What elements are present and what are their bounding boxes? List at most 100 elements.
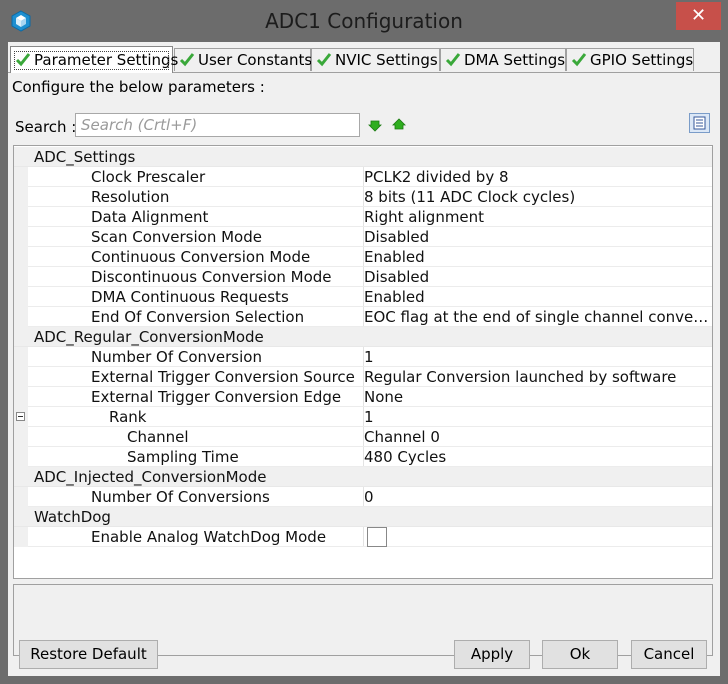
row-gutter (14, 227, 28, 247)
row-gutter (14, 207, 28, 227)
parameter-row[interactable]: Number Of Conversion 1 (14, 347, 712, 367)
tab-label: User Constants (198, 51, 313, 69)
parameter-value[interactable]: 0 (364, 487, 712, 507)
category-label: ADC_Settings (14, 147, 712, 167)
tab-label: DMA Settings (464, 51, 566, 69)
parameter-row[interactable]: Resolution 8 bits (11 ADC Clock cycles) (14, 187, 712, 207)
parameter-row[interactable]: DMA Continuous Requests Enabled (14, 287, 712, 307)
parameter-row[interactable]: Continuous Conversion Mode Enabled (14, 247, 712, 267)
parameter-value[interactable]: PCLK2 divided by 8 (364, 167, 712, 187)
search-next-icon[interactable] (368, 118, 382, 132)
category-label: ADC_Injected_ConversionMode (14, 467, 712, 487)
search-input[interactable] (75, 113, 360, 137)
row-gutter (14, 287, 28, 307)
parameter-name: Scan Conversion Mode (91, 228, 262, 246)
row-gutter (14, 247, 28, 267)
parameter-name: Discontinuous Conversion Mode (91, 268, 332, 286)
apply-button[interactable]: Apply (454, 640, 530, 669)
collapse-icon[interactable] (16, 412, 25, 421)
row-gutter (14, 307, 28, 327)
parameter-row[interactable]: Scan Conversion Mode Disabled (14, 227, 712, 247)
parameter-value[interactable]: None (364, 387, 712, 407)
restore-default-button[interactable]: Restore Default (19, 640, 158, 669)
panel-subtitle: Configure the below parameters : (12, 78, 265, 96)
parameter-value[interactable]: Disabled (364, 227, 712, 247)
cancel-button[interactable]: Cancel (631, 640, 707, 669)
parameter-name: Enable Analog WatchDog Mode (91, 528, 327, 546)
ok-button[interactable]: Ok (542, 640, 618, 669)
check-icon (316, 53, 332, 67)
category-row[interactable]: WatchDog (14, 507, 712, 527)
title-bar[interactable]: ADC1 Configuration ✕ (0, 0, 728, 42)
check-icon (15, 53, 31, 67)
parameter-settings-panel: Configure the below parameters : Search … (8, 72, 720, 656)
parameter-row[interactable]: Discontinuous Conversion Mode Disabled (14, 267, 712, 287)
check-icon (445, 53, 461, 67)
parameter-row[interactable]: Clock Prescaler PCLK2 divided by 8 (14, 167, 712, 187)
parameter-name: Data Alignment (91, 208, 209, 226)
parameter-value[interactable]: 480 Cycles (364, 447, 712, 467)
parameter-row[interactable]: Channel Channel 0 (14, 427, 712, 447)
parameter-value[interactable]: 8 bits (11 ADC Clock cycles) (364, 187, 712, 207)
parameter-row[interactable]: Number Of Conversions 0 (14, 487, 712, 507)
parameter-row[interactable]: Sampling Time 480 Cycles (14, 447, 712, 467)
parameter-value[interactable]: 1 (364, 347, 712, 367)
parameter-value[interactable]: Right alignment (364, 207, 712, 227)
tab-dma-settings[interactable]: DMA Settings (440, 48, 566, 71)
parameter-value[interactable]: Disabled (364, 267, 712, 287)
dialog-client-area: Parameter Settings User Constants NVIC S… (8, 42, 720, 676)
tab-label: Parameter Settings (34, 51, 179, 69)
check-icon (179, 53, 195, 67)
category-row[interactable]: ADC_Injected_ConversionMode (14, 467, 712, 487)
window-title: ADC1 Configuration (265, 9, 463, 33)
tab-parameter-settings[interactable]: Parameter Settings (10, 46, 178, 73)
parameter-name: Clock Prescaler (91, 168, 206, 186)
parameter-value[interactable]: Regular Conversion launched by software (364, 367, 712, 387)
parameter-row[interactable]: Rank 1 (14, 407, 712, 427)
parameter-name: Resolution (91, 188, 170, 206)
tab-strip: Parameter Settings User Constants NVIC S… (8, 46, 720, 73)
parameter-name: Continuous Conversion Mode (91, 248, 311, 266)
row-gutter (14, 187, 28, 207)
search-label: Search : (15, 118, 77, 136)
close-button[interactable]: ✕ (676, 2, 721, 30)
parameter-value[interactable]: Enabled (364, 287, 712, 307)
tab-user-constants[interactable]: User Constants (174, 48, 313, 71)
parameter-value[interactable]: Enabled (364, 247, 712, 267)
parameter-name: Channel (127, 428, 189, 446)
row-gutter (14, 487, 28, 507)
parameter-grid: ADC_Settings Clock Prescaler PCLK2 divided… (13, 145, 713, 579)
parameter-name: End Of Conversion Selection (91, 308, 305, 326)
parameter-value[interactable]: Channel 0 (364, 427, 712, 447)
parameter-name: Rank (109, 408, 147, 426)
watchdog-checkbox[interactable] (367, 527, 387, 547)
row-gutter (14, 447, 28, 467)
parameter-value[interactable]: EOC flag at the end of single channel co… (364, 307, 712, 327)
row-gutter (14, 267, 28, 287)
parameter-row[interactable]: External Trigger Conversion Source Regula… (14, 367, 712, 387)
parameter-name: Number Of Conversion (91, 348, 262, 366)
row-gutter (14, 387, 28, 407)
row-gutter (14, 347, 28, 367)
parameter-name: Number Of Conversions (91, 488, 270, 506)
category-label: ADC_Regular_ConversionMode (14, 327, 712, 347)
parameter-row[interactable]: End Of Conversion Selection EOC flag at t… (14, 307, 712, 327)
parameter-name: Sampling Time (127, 448, 239, 466)
search-previous-icon[interactable] (392, 118, 406, 132)
dialog-window: ADC1 Configuration ✕ Parameter Settings … (0, 0, 728, 684)
show-description-button[interactable] (689, 113, 710, 133)
parameter-row[interactable]: Enable Analog WatchDog Mode (14, 527, 712, 547)
tab-gpio-settings[interactable]: GPIO Settings (566, 48, 694, 71)
tab-label: GPIO Settings (590, 51, 694, 69)
parameter-name: External Trigger Conversion Source (91, 368, 355, 386)
tab-nvic-settings[interactable]: NVIC Settings (311, 48, 440, 71)
category-row[interactable]: ADC_Regular_ConversionMode (14, 327, 712, 347)
parameter-name: DMA Continuous Requests (91, 288, 289, 306)
check-icon (571, 53, 587, 67)
parameter-row[interactable]: Data Alignment Right alignment (14, 207, 712, 227)
parameter-row[interactable]: External Trigger Conversion Edge None (14, 387, 712, 407)
parameter-value[interactable]: 1 (364, 407, 712, 427)
category-row[interactable]: ADC_Settings (14, 147, 712, 167)
list-view-icon (693, 116, 706, 130)
row-gutter (14, 527, 28, 547)
